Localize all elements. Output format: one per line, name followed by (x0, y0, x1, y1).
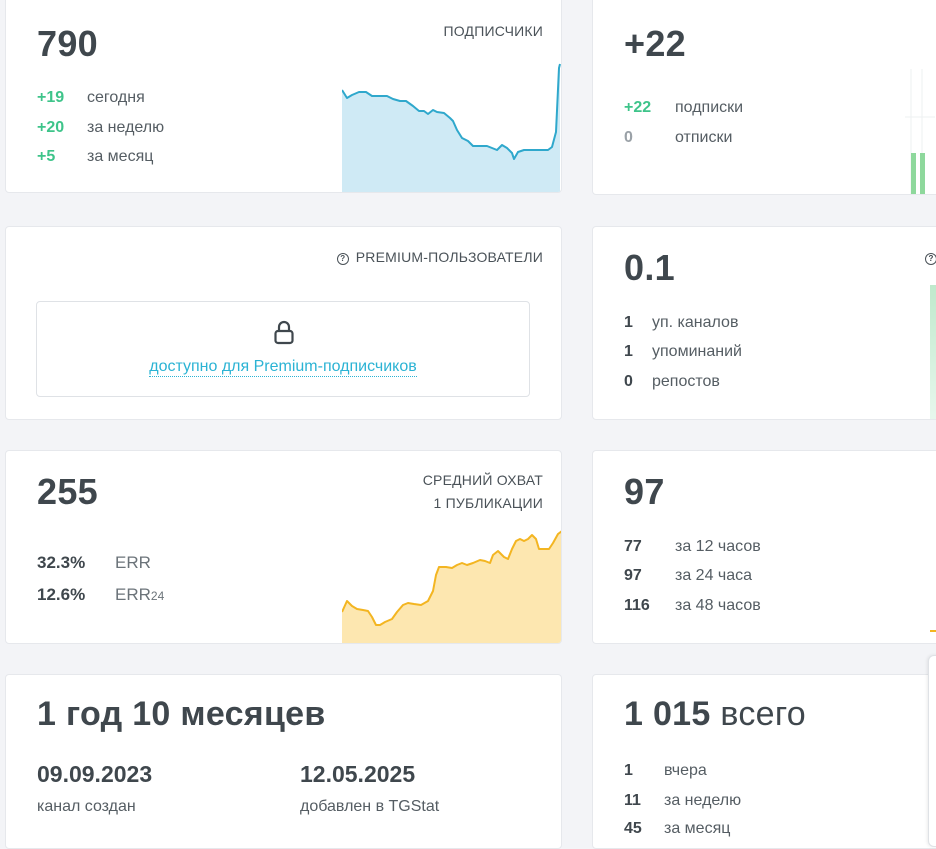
stat-value: +5 (37, 148, 56, 165)
help-icon[interactable]: ? (336, 253, 349, 265)
stat-label: ERR (115, 585, 151, 604)
age-card: 1 год 10 месяцев 09.09.2023 канал создан… (5, 674, 562, 849)
stat-value: +20 (37, 119, 65, 136)
posts-total-suffix: всего (720, 695, 806, 733)
created-label: канал создан (37, 798, 136, 815)
citation-index: 0.1 (624, 247, 675, 288)
subscribers-today-row: +19 сегодня (37, 89, 145, 107)
sparkline-area (342, 64, 560, 192)
stat-value: 12.6% (37, 585, 86, 604)
stat-value: 0 (624, 129, 633, 146)
posts-total-value: 1 015 (624, 695, 711, 733)
views-chart-mark (930, 630, 936, 632)
stat-label: за неделю (87, 119, 165, 136)
stat-label: за 48 часов (675, 597, 761, 614)
posts-week-row: 11 за неделю (624, 792, 741, 810)
reach-title-line: СРЕДНИЙ ОХВАТ (422, 472, 543, 488)
growth-bar (920, 153, 925, 194)
side-panel-edge[interactable] (928, 655, 936, 847)
growth-bar-chart[interactable] (905, 69, 935, 195)
created-date: 09.09.2023 (37, 761, 153, 787)
subscribers-week-row: +20 за неделю (37, 119, 164, 137)
views-12h-row: 77 за 12 часов (624, 538, 761, 556)
premium-title: ? PREMIUM-ПОЛЬЗОВАТЕЛИ (336, 246, 543, 269)
reach-average: 255 (37, 471, 98, 512)
stat-value: 1 (624, 314, 633, 331)
stat-value: 116 (624, 597, 650, 614)
stat-label: за неделю (664, 792, 742, 809)
stat-value: 32.3% (37, 553, 86, 572)
premium-link-text[interactable]: доступно для Premium-подписчиков (149, 358, 417, 377)
stat-subscript: 24 (150, 589, 165, 603)
help-icon[interactable]: ? (925, 253, 936, 265)
stat-value: +19 (37, 89, 65, 106)
stat-value: 1 (624, 343, 633, 360)
citation-mentions-row: 1 упоминаний (624, 343, 742, 361)
subscribers-count: 790 (37, 23, 98, 64)
stat-label: сегодня (87, 89, 145, 106)
stat-value: 11 (624, 792, 641, 809)
posts-month-row: 45 за месяц (624, 820, 730, 838)
growth-unsubscriptions-row: 0 отписки (624, 129, 732, 147)
stat-label: упоминаний (652, 343, 742, 360)
stat-label: отписки (675, 129, 733, 146)
premium-title-text: PREMIUM-ПОЛЬЗОВАТЕЛИ (355, 249, 543, 265)
stat-value: 45 (624, 820, 642, 837)
added-date: 12.05.2025 (300, 761, 416, 787)
stat-label: репостов (652, 373, 720, 390)
stat-value: 0 (624, 373, 633, 390)
sparkline-area (342, 531, 561, 643)
posts-yesterday-row: 1 вчера (624, 762, 707, 780)
growth-bar (911, 153, 916, 194)
subscribers-title: ПОДПИСЧИКИ (443, 23, 543, 39)
lock-icon (274, 320, 294, 345)
stat-label: уп. каналов (652, 314, 739, 331)
reach-title: СРЕДНИЙ ОХВАТ 1 ПУБЛИКАЦИИ (423, 469, 543, 515)
stat-value: 97 (624, 567, 642, 584)
reach-card[interactable]: 255 СРЕДНИЙ ОХВАТ 1 ПУБЛИКАЦИИ 32.3% ERR… (5, 450, 562, 644)
views-card[interactable]: 97 77 за 12 часов 97 за 24 часа 116 за 4… (592, 450, 936, 644)
premium-locked-box: доступно для Premium-подписчиков (36, 301, 530, 397)
posts-card[interactable]: 1 015 всего 1 вчера 11 за неделю 45 за м… (592, 674, 936, 849)
citation-reposts-row: 0 репостов (624, 373, 720, 391)
subscribers-card[interactable]: 790 ПОДПИСЧИКИ +19 сегодня +20 за неделю… (5, 0, 562, 193)
growth-count: +22 (624, 23, 686, 64)
premium-card: ? PREMIUM-ПОЛЬЗОВАТЕЛИ доступно для Premi… (5, 226, 562, 420)
subscribers-month-row: +5 за месяц (37, 148, 153, 166)
stat-label: вчера (664, 762, 707, 779)
err24-row: 12.6% ERR 24 (37, 585, 164, 605)
stat-label: подписки (675, 99, 744, 116)
stat-value: +22 (624, 99, 652, 116)
growth-subscriptions-row: +22 подписки (624, 99, 743, 117)
views-48h-row: 116 за 48 часов (624, 597, 761, 615)
premium-link[interactable]: доступно для Premium-подписчиков (37, 358, 529, 377)
added-label: добавлен в TGStat (300, 798, 440, 815)
stat-value: 77 (624, 538, 642, 555)
reach-title-line: 1 ПУБЛИКАЦИИ (433, 495, 543, 511)
citation-chart[interactable] (930, 285, 936, 420)
stat-label: ERR (115, 553, 151, 572)
stat-label: за месяц (664, 820, 731, 837)
reach-sparkline[interactable] (342, 529, 562, 644)
stat-label: за 24 часа (675, 567, 753, 584)
citation-card[interactable]: 0.1 ? 1 уп. каналов 1 упоминаний 0 репос… (592, 226, 936, 420)
views-chart[interactable] (930, 627, 936, 643)
err-row: 32.3% ERR (37, 553, 151, 573)
citation-chart-fill (930, 285, 936, 419)
channel-age: 1 год 10 месяцев (37, 695, 326, 733)
subscribers-sparkline[interactable] (342, 54, 562, 193)
stat-label: за 12 часов (675, 538, 761, 555)
views-24h-row: 97 за 24 часа (624, 567, 752, 585)
views-count: 97 (624, 471, 665, 512)
stat-label: за месяц (87, 148, 154, 165)
posts-total: 1 015 всего (624, 695, 806, 734)
citation-channels-row: 1 уп. каналов (624, 314, 738, 332)
stat-value: 1 (624, 762, 633, 779)
growth-card[interactable]: +22 +22 подписки 0 отписки (592, 0, 936, 195)
